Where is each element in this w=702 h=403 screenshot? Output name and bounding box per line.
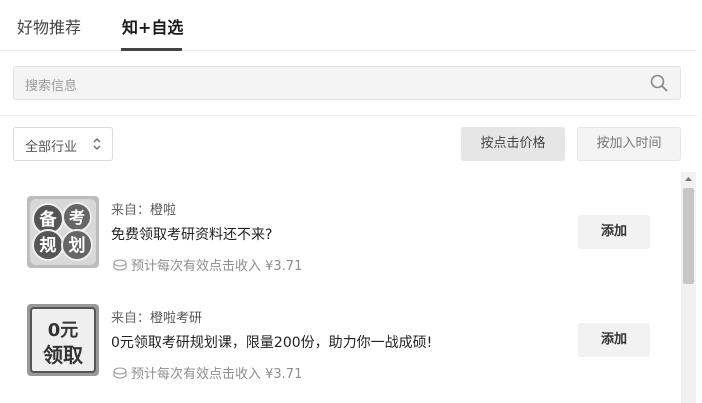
item-thumbnail: 0元 领取 [27,304,99,376]
search-icon[interactable] [650,74,668,92]
sort-by-price-button[interactable]: 按点击价格 [461,127,565,161]
item-source: 来自：橙啦考研 [111,307,202,326]
search-input[interactable]: 搜索信息 [25,75,77,94]
item-thumbnail: 备 考 规 划 [27,196,99,268]
scroll-up-arrow-icon[interactable] [681,172,696,186]
add-button[interactable]: 添加 [578,323,650,357]
item-source: 来自：橙啦 [111,199,176,218]
tab-self-selected[interactable]: 知+自选 [122,14,183,38]
source-label: 来自： [111,311,151,326]
industry-select-label: 全部行业 [25,140,78,155]
tab-recommended[interactable]: 好物推荐 [17,14,81,38]
source-label: 来自： [111,203,151,218]
item-income: 预计每次有效点击收入 ¥3.71 [113,255,302,274]
divider [0,115,697,116]
income-text: 预计每次有效点击收入 ¥3.71 [131,367,303,382]
thumb-glyph: 领取 [43,343,83,367]
item-income: 预计每次有效点击收入 ¥3.71 [113,363,302,382]
thumb-glyph: 0元 [48,320,79,341]
item-title: 免费领取考研资料还不来? [111,227,273,243]
industry-select[interactable]: 全部行业 [13,127,113,161]
list-item: 备 考 规 划 来自：橙啦 免费领取考研资料还不来? 预计每次有效点击收入 ¥3… [0,188,680,288]
coin-icon [113,367,127,379]
thumb-glyph: 考 [69,208,85,227]
source-name: 橙啦考研 [150,311,203,326]
sort-arrows-icon [93,138,101,150]
income-text: 预计每次有效点击收入 ¥3.71 [131,259,303,274]
item-title: 0元领取考研规划课，限量200份，助力你一战成硕! [111,335,433,351]
search-field[interactable]: 搜索信息 [13,66,681,100]
active-tab-indicator [121,48,182,51]
scrollbar-thumb[interactable] [683,188,694,284]
source-name: 橙啦 [150,203,177,218]
thumb-glyph: 规 [40,236,57,256]
thumb-glyph: 备 [39,209,58,230]
coin-icon [113,259,127,271]
tab-bar: 好物推荐 知+自选 [0,0,697,51]
list-item: 0元 领取 来自：橙啦考研 0元领取考研规划课，限量200份，助力你一战成硕! … [0,296,680,396]
thumb-glyph: 划 [69,235,86,256]
sort-by-time-button[interactable]: 按加入时间 [577,127,681,161]
add-button[interactable]: 添加 [578,215,650,249]
